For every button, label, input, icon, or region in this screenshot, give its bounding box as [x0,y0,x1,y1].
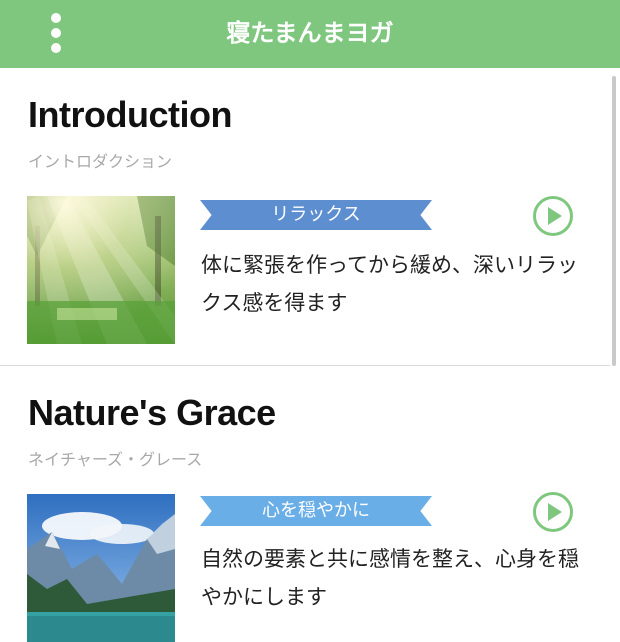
session-title: Introduction [28,94,232,135]
play-circle-icon [533,492,573,532]
scrollbar[interactable] [612,76,616,366]
session-subtitle: ネイチャーズ・グレース [28,450,203,469]
category-tag: 心を穏やかに [200,496,432,526]
app-header: 寝たまんまヨガ [0,0,620,68]
play-circle-icon [533,196,573,236]
session-description: 体に緊張を作ってから緩め、深いリラックス感を得ます [201,253,578,315]
session-description: 自然の要素と共に感情を整え、心身を穏やかにします [201,547,579,609]
session-title: Nature's Grace [28,392,276,433]
session-subtitle: イントロダクション [28,152,173,171]
session-card-introduction[interactable]: Introduction イントロダクション リラックス 体に緊張を作ってから緩… [0,68,610,366]
app-title: 寝たまんまヨガ [226,19,394,47]
category-tag: リラックス [200,200,432,230]
play-button[interactable] [532,491,574,533]
sunlit-forest-image[interactable] [27,196,175,344]
session-card-natures-grace[interactable]: Nature's Grace ネイチャーズ・グレース 心を穏やかに 自然の要素と… [0,366,610,642]
play-button[interactable] [532,195,574,237]
